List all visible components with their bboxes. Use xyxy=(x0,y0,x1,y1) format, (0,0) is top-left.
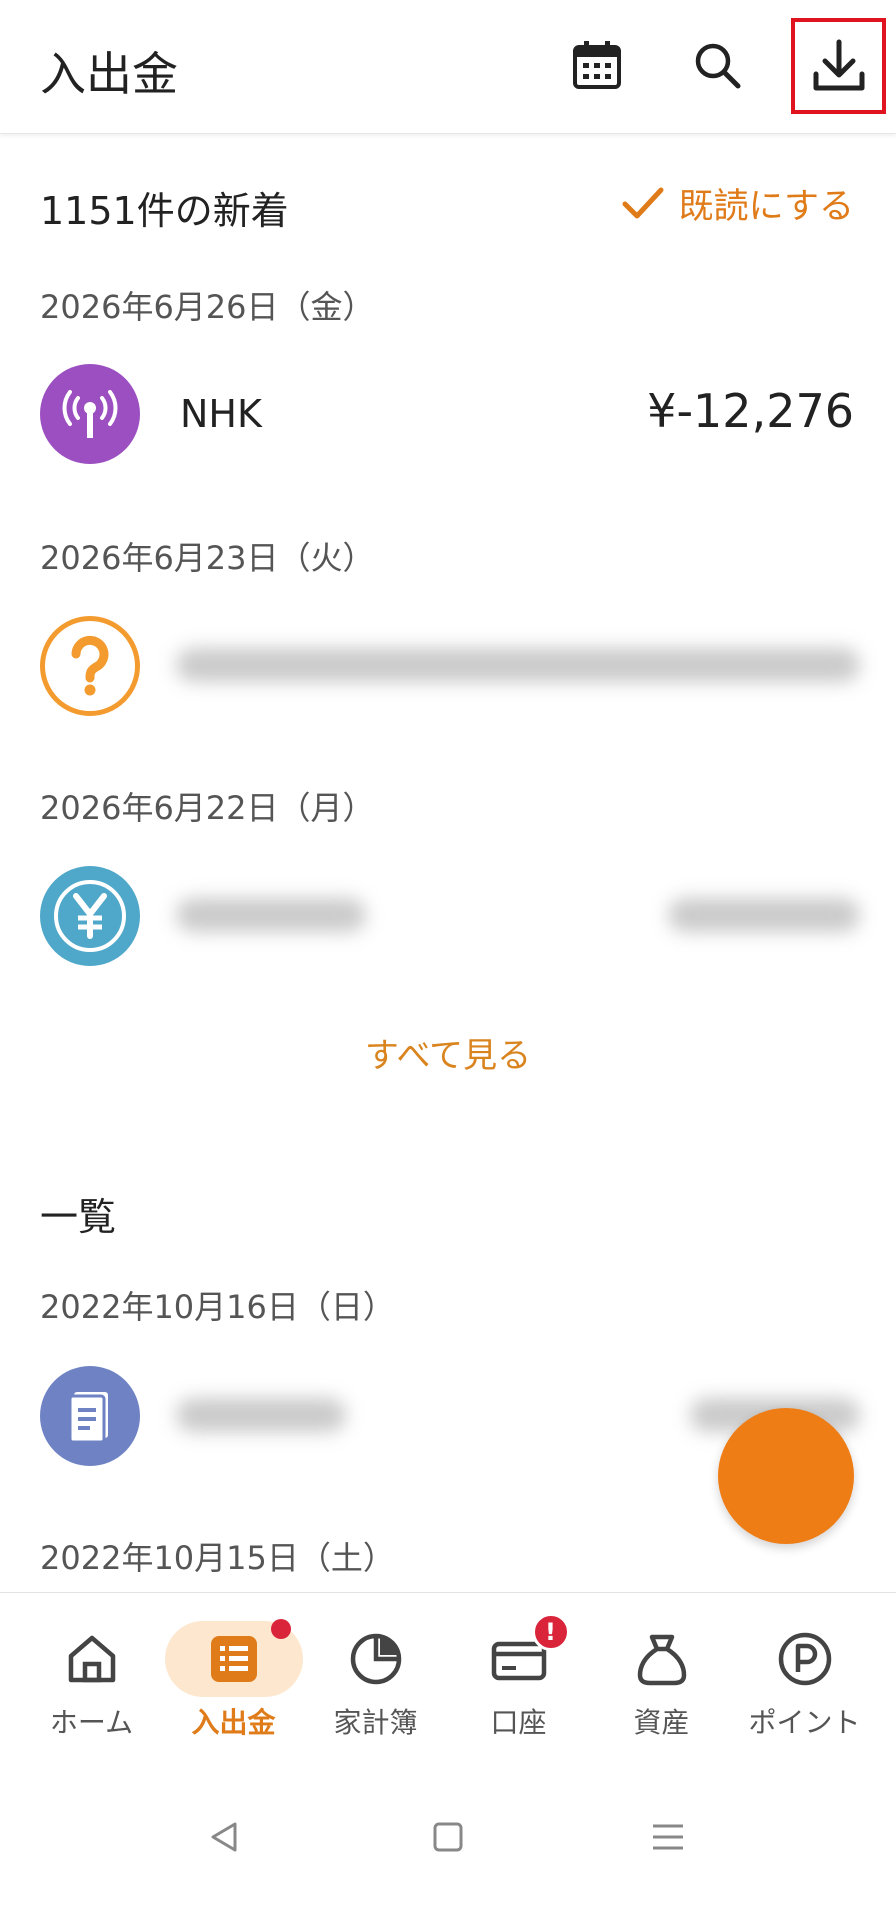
nav-label: ポイント xyxy=(748,1706,861,1739)
calendar-button[interactable] xyxy=(562,30,632,100)
download-icon xyxy=(813,39,864,91)
calendar-icon xyxy=(573,41,621,89)
yen-icon xyxy=(40,866,140,966)
date-header: 2026年6月22日（月） xyxy=(40,789,375,827)
list-icon xyxy=(210,1636,257,1682)
add-transaction-button[interactable] xyxy=(718,1408,854,1544)
date-header: 2022年10月16日（日） xyxy=(40,1288,395,1326)
alert-badge: ! xyxy=(531,1613,570,1651)
date-header: 2022年10月15日（土） xyxy=(40,1539,395,1577)
nav-item-budget[interactable]: 家計簿 xyxy=(304,1621,447,1741)
new-items-heading: 1151件の新着 xyxy=(40,189,289,233)
nav-label: 口座 xyxy=(490,1706,547,1739)
home-icon xyxy=(68,1635,115,1683)
app-header: 入出金 xyxy=(0,0,896,134)
blurred-transaction-name xyxy=(176,898,366,932)
pie-chart-icon xyxy=(350,1633,401,1685)
transaction-row[interactable] xyxy=(0,608,896,718)
notification-dot xyxy=(270,1619,291,1639)
nav-item-home[interactable]: ホーム xyxy=(20,1621,163,1741)
transaction-row[interactable]: NHK ¥-12,276 xyxy=(0,356,896,466)
nav-label: ホーム xyxy=(49,1706,134,1739)
bottom-navigation: ホーム 入出金 家計簿 ! 口座 資産 ポイント xyxy=(0,1592,896,1767)
transaction-name: NHK xyxy=(180,392,262,436)
back-triangle-icon xyxy=(211,1822,237,1852)
system-navigation-bar xyxy=(0,1767,896,1905)
list-heading: 一覧 xyxy=(40,1195,117,1239)
transaction-amount: ¥-12,276 xyxy=(647,384,854,438)
nav-label: 入出金 xyxy=(191,1706,276,1739)
transaction-row[interactable] xyxy=(0,858,896,968)
back-button[interactable] xyxy=(194,1807,254,1867)
page-title: 入出金 xyxy=(40,47,178,101)
points-icon xyxy=(778,1632,831,1686)
nav-item-assets[interactable]: 資産 xyxy=(590,1621,733,1741)
home-system-button[interactable] xyxy=(418,1807,478,1867)
download-button[interactable] xyxy=(791,18,886,114)
nav-label: 家計簿 xyxy=(333,1706,418,1739)
search-button[interactable] xyxy=(682,30,752,100)
nav-item-points[interactable]: ポイント xyxy=(733,1621,876,1741)
blurred-transaction-details xyxy=(176,648,860,682)
mark-read-button[interactable]: 既読にする xyxy=(621,178,854,229)
date-header: 2026年6月23日（火） xyxy=(40,539,375,577)
recents-button[interactable] xyxy=(638,1807,698,1867)
mark-read-label: 既読にする xyxy=(678,187,854,227)
nav-label: 資産 xyxy=(633,1706,690,1739)
nav-item-transactions[interactable]: 入出金 xyxy=(162,1619,305,1741)
menu-lines-icon xyxy=(653,1824,683,1850)
blurred-transaction-amount xyxy=(668,898,860,932)
broadcast-icon xyxy=(40,364,140,464)
blurred-transaction-name xyxy=(176,1398,346,1432)
search-icon xyxy=(695,43,741,89)
check-icon xyxy=(622,187,664,218)
nav-item-accounts[interactable]: ! 口座 xyxy=(447,1613,590,1741)
question-icon xyxy=(40,616,140,716)
money-bag-icon xyxy=(637,1634,686,1686)
square-icon xyxy=(433,1822,463,1852)
book-icon xyxy=(40,1366,140,1466)
date-header: 2026年6月26日（金） xyxy=(40,288,375,326)
see-all-link[interactable]: すべて見る xyxy=(0,1028,896,1077)
